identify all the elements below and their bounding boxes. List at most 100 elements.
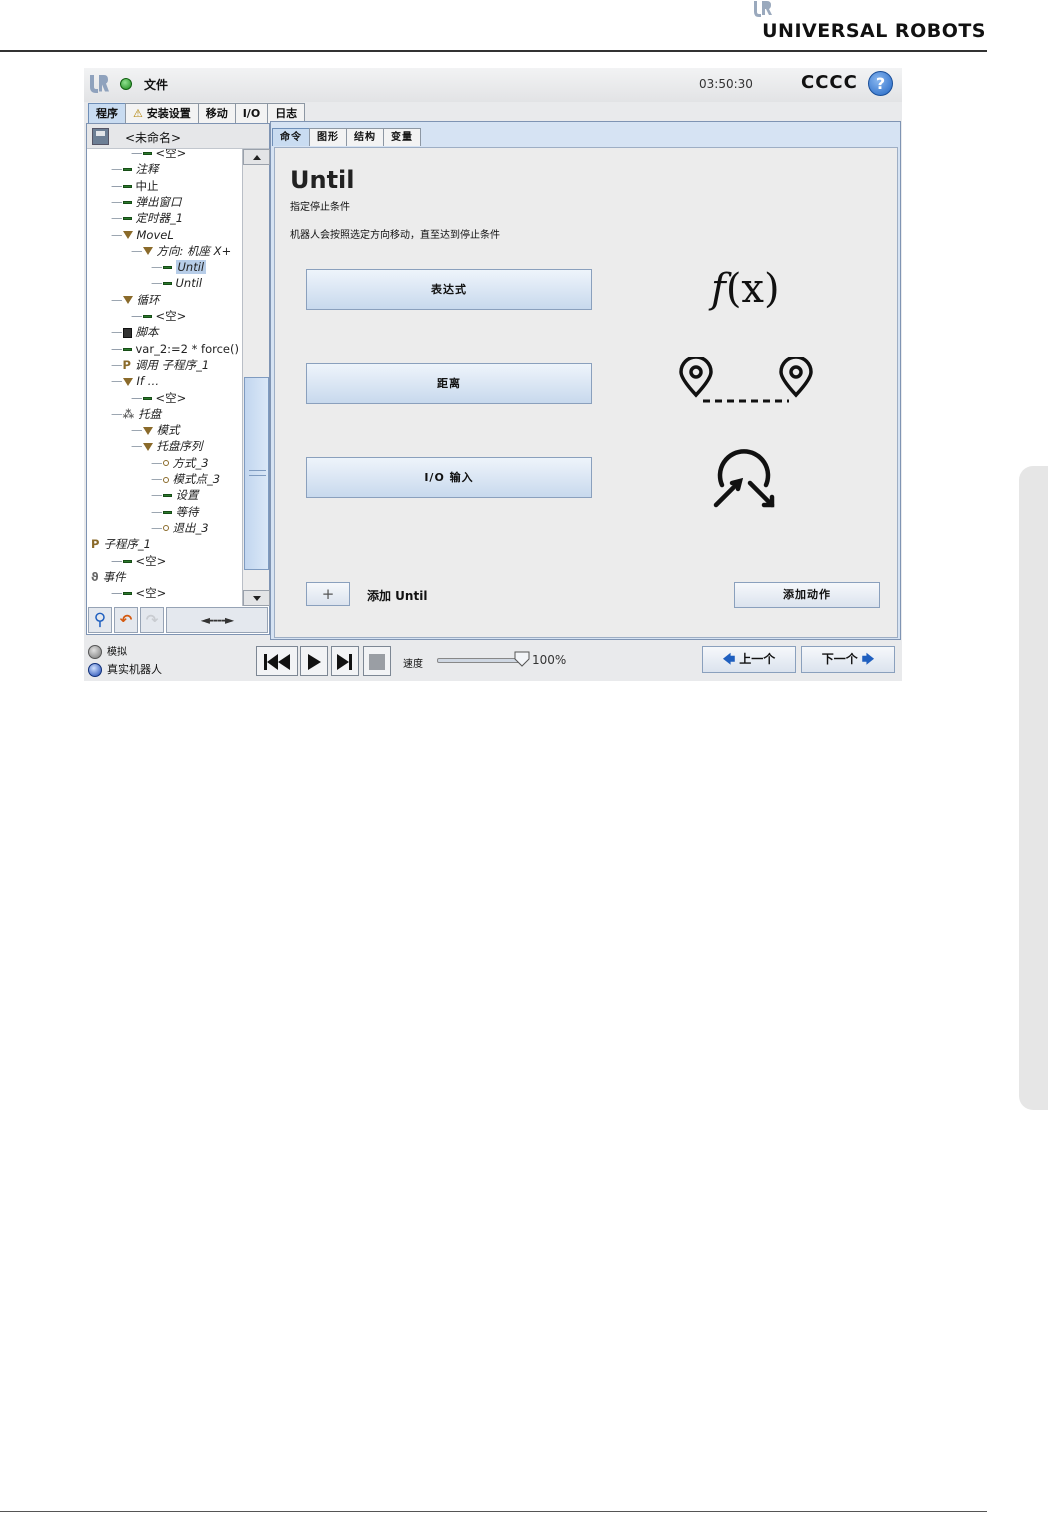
add-icon-button[interactable]: + [306, 582, 350, 606]
stop-button[interactable] [363, 646, 391, 676]
triangle-icon [142, 439, 157, 453]
tree-node[interactable]: — MoveL [111, 227, 174, 243]
tree-node[interactable]: — 方式_3 [151, 455, 209, 471]
tree-node[interactable]: P 子程序_1 [91, 536, 151, 552]
flag-icon: P [91, 537, 100, 552]
tab-variables[interactable]: 变量 [383, 128, 421, 146]
tree-node-label: MoveL [136, 227, 174, 242]
step-button[interactable] [331, 646, 359, 676]
search-icon[interactable]: ⚲ [88, 607, 112, 633]
tab-io[interactable]: I/O [234, 103, 269, 123]
simulation-mode[interactable]: 模拟 [88, 643, 127, 659]
bar-icon [122, 554, 136, 568]
distance-icon [679, 357, 813, 403]
tree-node[interactable]: — 退出_3 [151, 520, 209, 536]
move-node-button[interactable]: ◄----► [166, 607, 268, 633]
tree-node[interactable]: — 等待 [151, 504, 199, 520]
tree-node[interactable]: — 中止 [111, 178, 159, 194]
next-button[interactable]: 下一个 🡆 [801, 646, 895, 673]
triangle-icon [142, 244, 157, 258]
tree-node[interactable]: ϑ 事件 [91, 569, 126, 585]
tab-graphics[interactable]: 图形 [309, 128, 347, 146]
distance-button[interactable]: 距离 [306, 363, 592, 404]
tree-node[interactable]: — <空> [111, 553, 166, 569]
redo-icon[interactable]: ↷ [140, 607, 164, 633]
tree-node[interactable]: — If … [111, 373, 159, 389]
tree-branch: — [151, 488, 163, 503]
scroll-thumb[interactable] [244, 377, 269, 570]
program-name: <未命名> [125, 131, 182, 145]
tree-node[interactable]: — Until [151, 259, 207, 275]
undo-icon[interactable]: ↶ [114, 607, 138, 633]
tree-node-label: 定时器_1 [135, 211, 184, 226]
tree-node[interactable]: —⁂ 托盘 [111, 406, 161, 422]
radio-icon [88, 645, 102, 659]
tree-node[interactable]: — 托盘序列 [131, 438, 203, 454]
tree-branch: — [151, 472, 163, 486]
tree-scrollbar[interactable] [242, 149, 270, 606]
real-robot-label: 真实机器人 [107, 663, 162, 676]
scroll-down-button[interactable] [243, 590, 270, 606]
rewind-button[interactable] [256, 646, 298, 676]
bar-icon [162, 488, 176, 502]
tree-node-label: <空> [155, 390, 187, 405]
speed-label: 速度 [403, 659, 423, 670]
tree-node-label: 退出_3 [172, 520, 209, 535]
file-menu[interactable]: 文件 [144, 76, 168, 93]
io-input-button[interactable]: I/O 输入 [306, 457, 592, 498]
tree-branch: — [111, 406, 123, 421]
tree-header: <未命名> [87, 124, 269, 149]
tree-node[interactable]: — 循环 [111, 292, 160, 308]
tab-move[interactable]: 移动 [197, 103, 236, 123]
warning-icon: ⚠ [133, 107, 143, 120]
scroll-up-button[interactable] [243, 149, 270, 165]
tree-branch: — [151, 520, 163, 535]
tree-node[interactable]: — 定时器_1 [111, 210, 183, 226]
speed-slider-thumb[interactable] [514, 651, 530, 667]
header-rule [0, 50, 987, 52]
tab-command[interactable]: 命令 [272, 128, 310, 146]
triangle-icon [122, 293, 137, 307]
tree-node[interactable]: — 方向: 机座 X+ [131, 243, 231, 259]
tree-node[interactable]: — 脚本 [111, 324, 159, 340]
previous-button[interactable]: 🡄 上一个 [702, 646, 796, 673]
play-button[interactable] [300, 646, 328, 676]
add-action-button[interactable]: 添加动作 [734, 582, 880, 608]
tree-node[interactable]: — 弹出窗口 [111, 194, 182, 210]
tab-installation[interactable]: ⚠ 安装设置 [125, 103, 199, 123]
tree-branch: — [111, 178, 123, 193]
speed-slider[interactable] [437, 658, 523, 663]
next-label: 下一个 [821, 652, 858, 666]
bar-icon [162, 505, 176, 519]
tree-node[interactable]: — <空> [131, 390, 186, 406]
tree-node[interactable]: — 模式点_3 [151, 471, 220, 487]
tree-node[interactable]: — 注释 [111, 161, 159, 177]
bar-icon [122, 342, 136, 356]
save-icon[interactable] [92, 128, 109, 145]
tree-node[interactable]: — var_2:=2 * force() [111, 341, 239, 357]
tree-node-label: Until [175, 276, 203, 291]
bar-icon [142, 391, 156, 405]
tab-structure[interactable]: 结构 [346, 128, 384, 146]
tree-node[interactable]: —P 调用 子程序_1 [111, 357, 209, 373]
real-robot-mode[interactable]: 真实机器人 [88, 661, 162, 677]
robot-status-icon [120, 78, 132, 90]
tree-node[interactable]: — Until [151, 275, 202, 291]
tree-node[interactable]: — <空> [111, 585, 166, 601]
tree-branch: — [111, 341, 123, 356]
tree-node[interactable]: — <空> [131, 149, 186, 161]
triangle-icon [122, 228, 137, 242]
radio-selected-icon [88, 663, 102, 677]
tree-node-label: 设置 [175, 488, 199, 503]
tab-log[interactable]: 日志 [267, 103, 306, 123]
tree-node[interactable]: — 设置 [151, 487, 199, 503]
tree-branch: — [151, 504, 163, 519]
expression-button[interactable]: 表达式 [306, 269, 592, 310]
tree-branch: — [111, 211, 123, 226]
tree-node[interactable]: — <空> [131, 308, 186, 324]
tab-program[interactable]: 程序 [88, 103, 126, 123]
tab-installation-label: 安装设置 [146, 107, 191, 120]
help-button[interactable]: ? [868, 71, 893, 96]
tree-node[interactable]: — 模式 [131, 422, 180, 438]
bar-icon [122, 162, 136, 176]
